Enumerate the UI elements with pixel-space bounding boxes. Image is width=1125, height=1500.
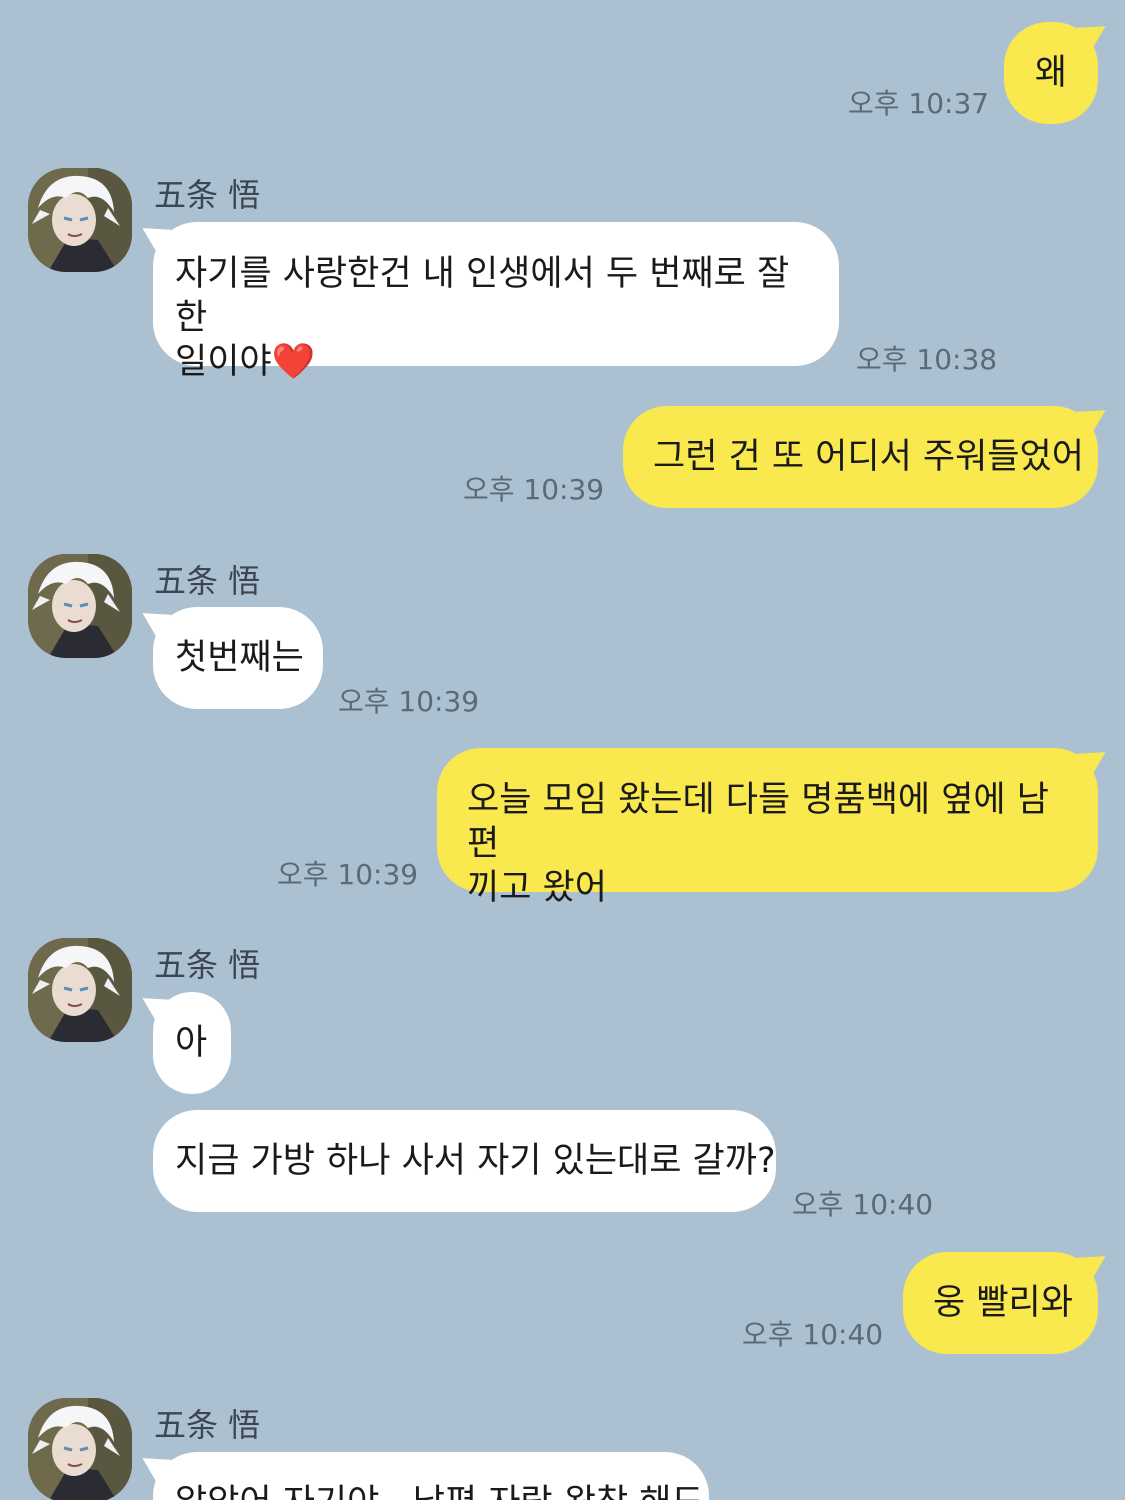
- sender-name: 五条 悟: [154, 562, 261, 600]
- avatar-image: [28, 1398, 132, 1500]
- message-timestamp: 오후 10:40: [742, 1318, 884, 1351]
- my-message-bubble[interactable]: 오늘 모임 왔는데 다들 명품백에 옆에 남편 끼고 왔어: [437, 748, 1098, 908]
- contact-avatar[interactable]: [28, 168, 132, 272]
- avatar-image: [28, 168, 132, 272]
- message-timestamp: 오후 10:37: [848, 87, 990, 120]
- contact-avatar[interactable]: [28, 938, 132, 1042]
- message-timestamp: 오후 10:40: [792, 1188, 934, 1221]
- my-message-bubble[interactable]: 웅 빨리와: [903, 1252, 1098, 1354]
- message-timestamp: 오후 10:38: [856, 343, 998, 376]
- message-timestamp: 오후 10:39: [338, 685, 480, 718]
- message-timestamp: 오후 10:39: [463, 473, 605, 506]
- sender-name: 五条 悟: [154, 176, 261, 214]
- message-timestamp: 오후 10:39: [277, 858, 419, 891]
- contact-avatar[interactable]: [28, 554, 132, 658]
- sender-name: 五条 悟: [154, 946, 261, 984]
- avatar-image: [28, 938, 132, 1042]
- their-message-bubble[interactable]: 첫번째는: [153, 607, 323, 709]
- my-message-bubble[interactable]: 그런 건 또 어디서 주워들었어: [623, 406, 1098, 508]
- avatar-image: [28, 554, 132, 658]
- sender-name: 五条 悟: [154, 1406, 261, 1444]
- contact-avatar[interactable]: [28, 1398, 132, 1500]
- their-message-bubble[interactable]: 알았어 자기야.. 남편 자랑 왕창 해도: [153, 1452, 709, 1500]
- their-message-bubble[interactable]: 아: [153, 992, 231, 1094]
- their-message-bubble[interactable]: 지금 가방 하나 사서 자기 있는대로 갈까?: [153, 1110, 776, 1212]
- my-message-bubble[interactable]: 왜: [1004, 22, 1098, 124]
- their-message-bubble[interactable]: 자기를 사랑한건 내 인생에서 두 번째로 잘 한 일이야❤️: [153, 222, 839, 382]
- chat-message-list[interactable]: 왜 오후 10:37 五条 悟 자기를 사랑한건 내 인생에서 두 번째로 잘 …: [0, 0, 1125, 1500]
